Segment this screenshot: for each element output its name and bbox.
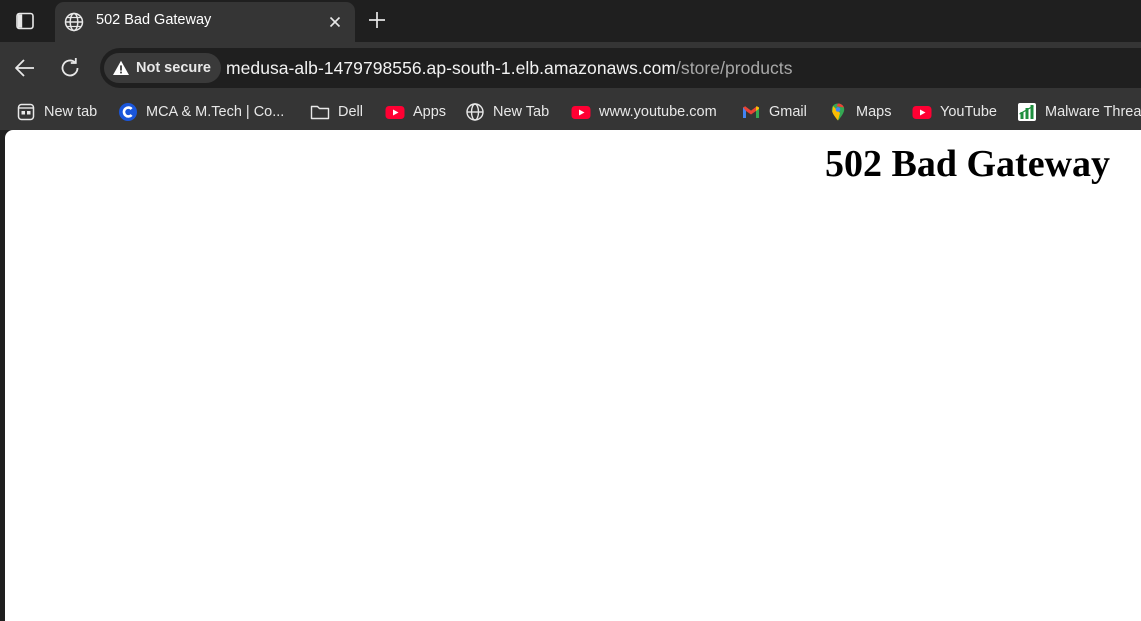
tab-title: 502 Bad Gateway	[96, 12, 212, 28]
url-host: medusa-alb-1479798556.ap-south-1.elb.ama…	[226, 58, 676, 78]
c-logo-icon	[118, 102, 138, 122]
bookmark-mca-mtech[interactable]: MCA & M.Tech | Co...	[118, 98, 284, 126]
reload-button[interactable]	[56, 54, 84, 82]
warning-triangle-icon	[113, 60, 129, 75]
new-tab-page-icon	[16, 102, 36, 122]
bookmark-label: YouTube	[940, 104, 997, 120]
url-text[interactable]: medusa-alb-1479798556.ap-south-1.elb.ama…	[226, 58, 793, 79]
bookmark-maps[interactable]: Maps	[828, 98, 891, 126]
plus-icon	[369, 12, 385, 28]
site-security-chip[interactable]: Not secure	[104, 53, 221, 83]
reload-icon	[61, 58, 79, 77]
youtube-icon	[571, 102, 591, 122]
globe-icon	[63, 11, 85, 33]
close-tab-icon[interactable]	[324, 11, 346, 33]
bookmark-label: Apps	[413, 104, 447, 120]
back-button[interactable]	[11, 54, 39, 82]
maps-pin-icon	[828, 102, 848, 122]
bookmark-new-tab-2[interactable]: New Tab	[465, 98, 549, 126]
youtube-icon	[385, 102, 405, 122]
bookmark-youtube-com[interactable]: www.youtube.com	[571, 98, 717, 126]
tab-strip: 502 Bad Gateway	[0, 0, 1141, 42]
bookmark-new-tab[interactable]: New tab	[16, 98, 97, 126]
bookmark-apps[interactable]: Apps	[385, 98, 446, 126]
bookmark-label: New tab	[44, 104, 98, 120]
gmail-icon	[741, 102, 761, 122]
globe-icon	[465, 102, 485, 122]
bookmark-label: Maps	[856, 104, 892, 120]
arrow-left-icon	[15, 59, 34, 77]
page-heading: 502 Bad Gateway	[825, 143, 1110, 185]
tab-actions-button[interactable]	[8, 6, 42, 36]
bookmark-youtube[interactable]: YouTube	[912, 98, 997, 126]
bookmark-label: www.youtube.com	[599, 104, 717, 120]
active-tab[interactable]: 502 Bad Gateway	[55, 2, 355, 42]
new-tab-button[interactable]	[363, 6, 391, 34]
folder-icon	[310, 102, 330, 122]
youtube-icon	[912, 102, 932, 122]
bookmark-gmail[interactable]: Gmail	[741, 98, 807, 126]
bookmark-label: Gmail	[769, 104, 807, 120]
bookmark-label: Dell	[338, 104, 363, 120]
navigation-toolbar: Not secure medusa-alb-1479798556.ap-sout…	[0, 42, 1141, 94]
page-viewport: 502 Bad Gateway	[5, 130, 1141, 621]
security-label: Not secure	[136, 60, 211, 76]
bookmark-folder-dell[interactable]: Dell	[310, 98, 363, 126]
bookmark-label: MCA & M.Tech | Co...	[146, 104, 285, 120]
address-bar[interactable]: Not secure medusa-alb-1479798556.ap-sout…	[100, 48, 1141, 88]
bookmark-malware-threat[interactable]: Malware Threa	[1017, 98, 1141, 126]
chart-bars-icon	[1017, 102, 1037, 122]
sidebar-icon	[16, 12, 34, 30]
bookmarks-bar: New tab MCA & M.Tech | Co... Dell Apps N…	[0, 94, 1141, 130]
bookmark-label: New Tab	[493, 104, 550, 120]
bookmark-label: Malware Threa	[1045, 104, 1141, 120]
url-path: /store/products	[676, 58, 793, 78]
